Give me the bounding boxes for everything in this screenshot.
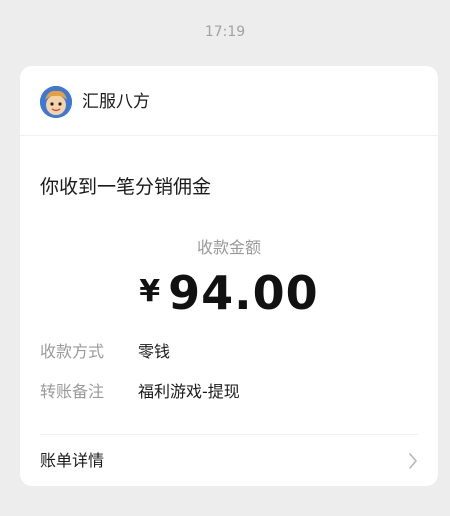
- chevron-right-icon: [408, 453, 418, 473]
- detail-value: 零钱: [138, 342, 171, 361]
- bill-details-link[interactable]: 账单详情: [20, 435, 438, 486]
- chat-page: 17:19 汇服八方 你收到一笔分销佣金 收款金额 ¥94.00 收款方式 零钱: [0, 0, 450, 516]
- message-timestamp: 17:19: [204, 24, 246, 40]
- card-header[interactable]: 汇服八方: [20, 66, 438, 136]
- detail-row-transfer-note: 转账备注 福利游戏-提现: [40, 379, 240, 405]
- detail-key: 转账备注: [40, 382, 105, 401]
- bill-details-label: 账单详情: [40, 451, 105, 470]
- currency-symbol: ¥: [139, 274, 161, 309]
- amount-display: ¥94.00: [20, 266, 438, 320]
- amount-value: 94.00: [168, 266, 319, 320]
- payment-notification-card[interactable]: 汇服八方 你收到一笔分销佣金 收款金额 ¥94.00 收款方式 零钱 转账备注 福利…: [20, 66, 438, 486]
- cartoon-avatar-icon[interactable]: [40, 86, 72, 118]
- app-name: 汇服八方: [82, 92, 150, 112]
- detail-key: 收款方式: [40, 342, 105, 361]
- notification-title: 你收到一笔分销佣金: [40, 176, 212, 198]
- detail-row-payment-method: 收款方式 零钱: [40, 339, 170, 365]
- amount-label: 收款金额: [196, 238, 261, 257]
- detail-value: 福利游戏-提现: [138, 382, 240, 401]
